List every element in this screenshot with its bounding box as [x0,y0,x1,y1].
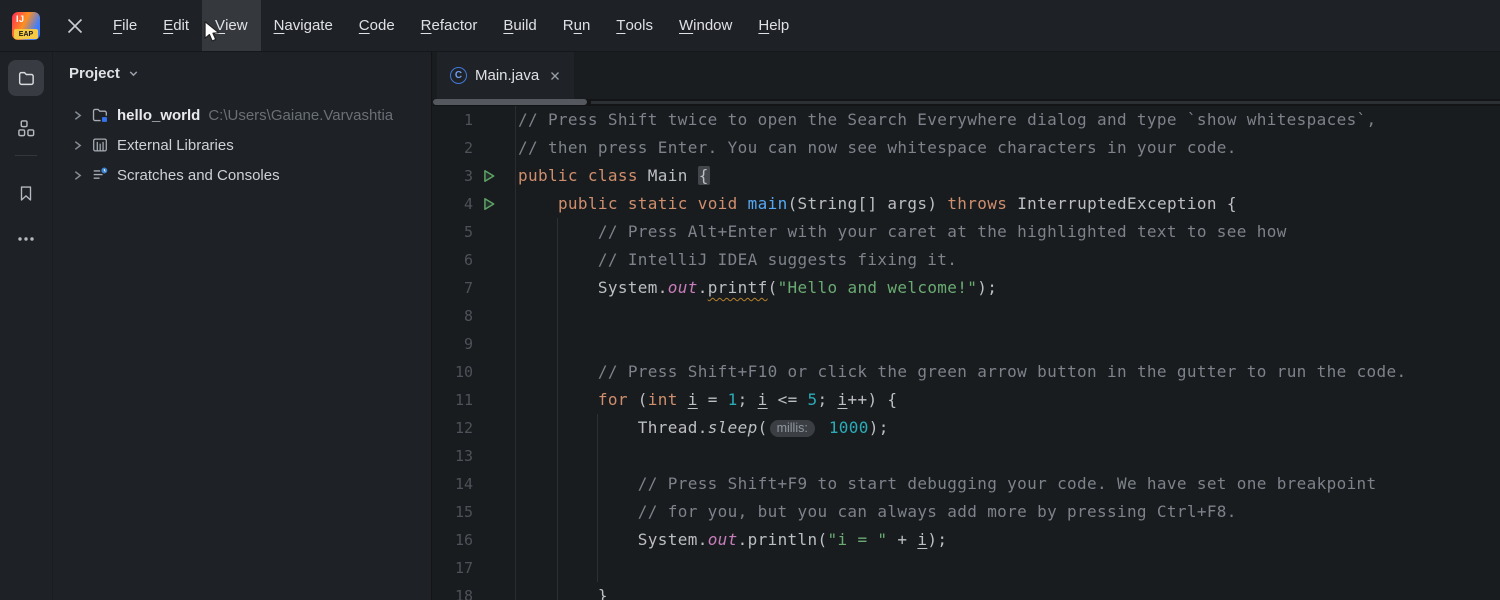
main-menu-bar: IJ EAP FileEditViewNavigateCodeRefactorB… [0,0,1500,52]
tree-item-hello-world[interactable]: hello_worldC:\Users\Gaiane.Varvashtia [53,100,431,130]
close-icon[interactable] [54,0,96,51]
project-tool-icon[interactable] [8,60,44,96]
editor-area: C Main.java 1// Press Shift twice to ope… [433,52,1500,600]
line-number: 3 [433,162,473,190]
code-line[interactable]: 15 // for you, but you can always add mo… [433,498,1500,526]
indent-guide [557,218,558,600]
tab-underline-strip [433,99,1500,106]
project-panel-header[interactable]: Project [53,52,431,94]
menu-item-build[interactable]: Build [490,0,549,51]
code-line[interactable]: 14 // Press Shift+F9 to start debugging … [433,470,1500,498]
java-class-icon: C [450,67,467,84]
menu-item-code[interactable]: Code [346,0,408,51]
line-number: 16 [433,526,473,554]
line-number: 11 [433,386,473,414]
line-number: 13 [433,442,473,470]
tab-title: Main.java [475,67,539,84]
menu-item-refactor[interactable]: Refactor [408,0,491,51]
bookmarks-tool-icon[interactable] [8,175,44,211]
code-line[interactable]: 7 System.out.printf("Hello and welcome!"… [433,274,1500,302]
tool-window-stripe [0,52,53,600]
line-number: 10 [433,358,473,386]
project-tool-window: Project hello_worldC:\Users\Gaiane.Varva… [53,52,432,600]
code-line[interactable]: 6 // IntelliJ IDEA suggests fixing it. [433,246,1500,274]
chevron-down-icon [127,67,140,80]
structure-tool-icon[interactable] [8,110,44,146]
tab-main-java[interactable]: C Main.java [437,52,574,99]
line-number: 5 [433,218,473,246]
active-tab-underline[interactable] [433,99,587,105]
run-icon[interactable] [473,190,515,218]
tab-close-icon[interactable] [549,70,561,82]
chevron-right-icon[interactable] [71,109,87,122]
eap-badge: EAP [14,29,38,39]
code-line[interactable]: 3public class Main { [433,162,1500,190]
line-number: 17 [433,554,473,582]
intellij-logo: IJ EAP [12,12,40,40]
code-line[interactable]: 11 for (int i = 1; i <= 5; i++) { [433,386,1500,414]
chevron-right-icon[interactable] [71,169,87,182]
menu-item-tools[interactable]: Tools [603,0,666,51]
code-line[interactable]: 13 [433,442,1500,470]
line-number: 2 [433,134,473,162]
code-line[interactable]: 1// Press Shift twice to open the Search… [433,106,1500,134]
tab-underline-track [591,101,1500,104]
menu-item-run[interactable]: Run [550,0,604,51]
mouse-cursor [203,21,223,48]
line-number: 14 [433,470,473,498]
logo-text: IJ [16,14,25,24]
code-editor[interactable]: 1// Press Shift twice to open the Search… [433,106,1500,600]
code-line[interactable]: 8 [433,302,1500,330]
code-line[interactable]: 18 } [433,582,1500,600]
menu-item-navigate[interactable]: Navigate [261,0,346,51]
run-icon[interactable] [473,162,515,190]
project-path: C:\Users\Gaiane.Varvashtia [208,107,393,124]
tree-item-scratches-and-consoles[interactable]: Scratches and Consoles [53,160,431,190]
code-lines: 1// Press Shift twice to open the Search… [433,106,1500,600]
line-number: 9 [433,330,473,358]
editor-tab-bar: C Main.java [433,52,1500,99]
line-number: 12 [433,414,473,442]
code-line[interactable]: 16 System.out.println("i = " + i); [433,526,1500,554]
more-tool-windows-icon[interactable] [8,221,44,257]
external-libraries-icon [91,136,111,154]
line-number: 7 [433,274,473,302]
indent-guide [597,414,598,582]
line-number: 6 [433,246,473,274]
scratches-icon [91,166,111,184]
code-line[interactable]: 5 // Press Alt+Enter with your caret at … [433,218,1500,246]
line-number: 15 [433,498,473,526]
code-line[interactable]: 10 // Press Shift+F10 or click the green… [433,358,1500,386]
code-line[interactable]: 12 Thread.sleep(millis: 1000); [433,414,1500,442]
code-line[interactable]: 4 public static void main(String[] args)… [433,190,1500,218]
ide-window: IJ EAP FileEditViewNavigateCodeRefactorB… [0,0,1500,600]
line-number: 8 [433,302,473,330]
project-panel-title: Project [69,65,120,82]
project-tree: hello_worldC:\Users\Gaiane.VarvashtiaExt… [53,100,431,190]
code-line[interactable]: 2// then press Enter. You can now see wh… [433,134,1500,162]
code-line[interactable]: 9 [433,330,1500,358]
menu-item-file[interactable]: File [100,0,150,51]
tree-item-external-libraries[interactable]: External Libraries [53,130,431,160]
code-line[interactable]: 17 [433,554,1500,582]
menu-item-edit[interactable]: Edit [150,0,202,51]
project-folder-icon [91,106,111,124]
chevron-right-icon[interactable] [71,139,87,152]
line-number: 18 [433,582,473,600]
menu-item-help[interactable]: Help [745,0,802,51]
line-number: 4 [433,190,473,218]
stripe-divider [15,155,37,156]
menu-item-window[interactable]: Window [666,0,745,51]
line-number: 1 [433,106,473,134]
